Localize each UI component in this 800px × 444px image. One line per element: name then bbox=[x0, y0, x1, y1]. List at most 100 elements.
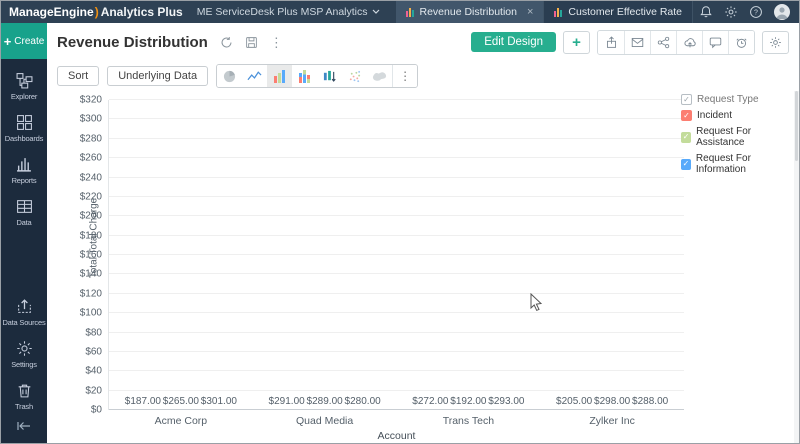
legend-item-label: Incident bbox=[697, 110, 733, 121]
legend-item[interactable]: ✓ Incident bbox=[681, 110, 793, 121]
edit-design-button[interactable]: Edit Design bbox=[471, 32, 556, 52]
comments-button[interactable] bbox=[702, 30, 728, 54]
x-category-label: Quad Media bbox=[296, 415, 354, 427]
legend-header-row[interactable]: ✓ Request Type bbox=[681, 94, 793, 105]
y-tick-label: $300 bbox=[79, 113, 102, 125]
collapse-sidebar-button[interactable] bbox=[16, 419, 32, 437]
bar-group-cell: $187.00 $265.00 $301.00 bbox=[109, 100, 253, 410]
settings-icon bbox=[16, 341, 32, 356]
y-tick-label: $260 bbox=[79, 152, 102, 164]
user-avatar[interactable] bbox=[774, 4, 790, 20]
sidebar-item-trash[interactable]: Trash bbox=[1, 382, 47, 411]
chart-region: $0 $20 $40 $60 $80 $100 $120 $140 $160 $180 $200 $2… bbox=[47, 91, 799, 443]
bar-value-label: $280.00 bbox=[344, 396, 381, 407]
bar-updown-icon[interactable] bbox=[317, 65, 343, 87]
publish-button[interactable] bbox=[676, 30, 702, 54]
email-button[interactable] bbox=[624, 30, 650, 54]
save-icon[interactable] bbox=[245, 36, 258, 49]
vertical-scrollbar[interactable] bbox=[794, 91, 799, 443]
more-chart-types-icon[interactable]: ⋮ bbox=[392, 65, 418, 87]
legend-item[interactable]: ✓ Request For Information bbox=[681, 153, 793, 175]
bar-chart-icon[interactable] bbox=[267, 65, 293, 87]
sidebar-item-explorer[interactable]: Explorer bbox=[1, 72, 47, 101]
settings-gear-icon[interactable] bbox=[724, 5, 738, 19]
stacked-bar-icon[interactable] bbox=[292, 65, 318, 87]
report-tabs: Revenue Distribution × Customer Effectiv… bbox=[395, 1, 694, 23]
legend-checkbox[interactable]: ✓ bbox=[681, 131, 692, 143]
add-view-button[interactable]: + bbox=[563, 30, 590, 54]
sidebar-item-label: Dashboards bbox=[4, 134, 44, 143]
sort-button[interactable]: Sort bbox=[57, 66, 100, 86]
legend-checkbox[interactable]: ✓ bbox=[681, 110, 692, 121]
sidebar-item-reports[interactable]: Reports bbox=[1, 156, 47, 185]
y-tick-label: $0 bbox=[90, 404, 102, 416]
plot-area: $0 $20 $40 $60 $80 $100 $120 $140 $160 $180 $200 $2… bbox=[80, 95, 684, 442]
report-settings-button[interactable] bbox=[762, 30, 789, 54]
y-axis-title: Total Total Charge bbox=[88, 197, 100, 279]
sidebar-item-label: Trash bbox=[15, 402, 33, 411]
sidebar-item-label: Data Sources bbox=[2, 318, 46, 327]
help-icon[interactable]: ? bbox=[749, 5, 763, 19]
logo-paren: ) bbox=[94, 5, 99, 19]
manageengine-logo: ManageEngine) Analytics Plus bbox=[9, 5, 183, 19]
report-actions: Edit Design + bbox=[471, 29, 789, 55]
share-icon bbox=[657, 36, 670, 48]
sidebar-item-data[interactable]: Data bbox=[1, 198, 47, 227]
x-category-label: Zylker Inc bbox=[589, 415, 635, 427]
create-button[interactable]: + Create bbox=[1, 23, 47, 59]
bar-chart-tab-icon bbox=[554, 7, 563, 17]
pie-chart-icon[interactable] bbox=[217, 65, 243, 87]
bar-groups: $187.00 $265.00 $301.00 $291.00 $289.00 $280.… bbox=[109, 100, 684, 410]
y-tick-label: $60 bbox=[85, 346, 102, 358]
sidebar-item-data-sources[interactable]: Data Sources bbox=[1, 298, 47, 327]
export-button[interactable] bbox=[598, 30, 624, 54]
request-type-checkbox[interactable]: ✓ bbox=[681, 94, 692, 105]
refresh-icon[interactable] bbox=[220, 36, 233, 49]
workspace-selector[interactable]: ME ServiceDesk Plus MSP Analytics bbox=[197, 6, 380, 18]
export-icon bbox=[606, 35, 616, 48]
sidebar-item-dashboards[interactable]: Dashboards bbox=[1, 114, 47, 143]
email-icon bbox=[631, 37, 644, 47]
scrollbar-thumb[interactable] bbox=[795, 91, 798, 161]
collapse-arrow-icon bbox=[17, 422, 30, 430]
notifications-bell-icon[interactable] bbox=[699, 5, 713, 19]
schedule-alarm-icon bbox=[736, 38, 747, 48]
sidebar: + Create Explorer Dashboards Reports Dat… bbox=[1, 23, 47, 443]
bar-value-label: $288.00 bbox=[632, 396, 669, 407]
x-axis-labels: Acme Corp Quad Media Trans Tech Zylker Inc bbox=[109, 415, 684, 427]
tab-revenue-distribution[interactable]: Revenue Distribution × bbox=[395, 1, 544, 23]
sidebar-item-settings[interactable]: Settings bbox=[1, 340, 47, 369]
report-settings-gear-icon bbox=[770, 36, 781, 48]
chevron-down-icon bbox=[372, 9, 379, 14]
topbar: ManageEngine) Analytics Plus ME ServiceDe… bbox=[1, 1, 799, 23]
schedule-button[interactable] bbox=[728, 30, 754, 54]
underlying-data-button[interactable]: Underlying Data bbox=[107, 66, 209, 86]
dashboards-icon bbox=[16, 115, 32, 130]
legend-item[interactable]: ✓ Request For Assistance bbox=[681, 126, 793, 148]
reports-icon bbox=[16, 158, 31, 172]
y-tick-label: $40 bbox=[85, 365, 102, 377]
data-icon bbox=[16, 200, 32, 213]
y-tick-label: $80 bbox=[85, 327, 102, 338]
tab-customer-effective-rate[interactable]: Customer Effective Rate bbox=[543, 1, 694, 23]
line-chart-icon[interactable] bbox=[242, 65, 268, 87]
page-title: Revenue Distribution bbox=[57, 33, 208, 51]
kebab-menu-icon[interactable]: ⋮ bbox=[270, 36, 283, 49]
explorer-icon bbox=[16, 73, 32, 89]
y-tick-label: $120 bbox=[79, 288, 102, 300]
scatter-chart-icon[interactable] bbox=[342, 65, 368, 87]
bar-group-cell: $205.00 $298.00 $288.00 bbox=[540, 100, 684, 410]
y-tick-label: $20 bbox=[85, 385, 102, 397]
x-category-label: Acme Corp bbox=[154, 415, 208, 427]
bar-value-label: $291.00 bbox=[268, 396, 305, 407]
app-window: ManageEngine) Analytics Plus ME ServiceDe… bbox=[0, 0, 800, 444]
main-content: Revenue Distribution ⋮ Edit Design + Sor… bbox=[47, 23, 799, 443]
bar-value-label: $272.00 bbox=[412, 396, 449, 407]
legend-checkbox[interactable]: ✓ bbox=[681, 158, 691, 170]
bar-value-label: $293.00 bbox=[488, 396, 525, 407]
bar-value-label: $192.00 bbox=[450, 396, 487, 407]
y-tick-label: $280 bbox=[79, 133, 102, 145]
map-chart-icon[interactable] bbox=[367, 65, 393, 87]
share-button[interactable] bbox=[650, 30, 676, 54]
close-tab-icon[interactable]: × bbox=[527, 6, 533, 18]
